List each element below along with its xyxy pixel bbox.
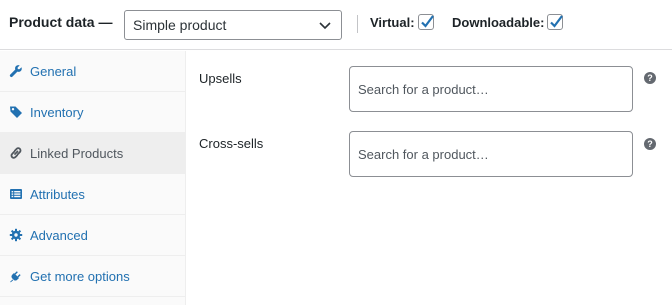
product-data-title: Product data —: [9, 14, 113, 30]
tag-icon: [9, 105, 23, 119]
tab-general-label: General: [30, 63, 77, 79]
virtual-option[interactable]: Virtual:: [370, 14, 434, 30]
tab-get-more-options[interactable]: Get more options: [0, 256, 185, 297]
header-divider: [357, 15, 358, 33]
tab-attributes[interactable]: Attributes: [0, 174, 185, 215]
upsells-search-input[interactable]: Search for a product…: [349, 66, 633, 112]
product-data-tabs: General Inventory Linked Products Attrib…: [0, 51, 186, 305]
chevron-down-icon: [318, 18, 332, 32]
cross-sells-help-icon[interactable]: ?: [644, 138, 656, 150]
virtual-label: Virtual:: [370, 14, 415, 30]
downloadable-checkbox[interactable]: [547, 14, 564, 30]
cross-sells-placeholder: Search for a product…: [358, 146, 489, 162]
upsells-help-icon[interactable]: ?: [644, 72, 656, 84]
virtual-checkbox[interactable]: [417, 14, 434, 30]
list-icon: [9, 187, 23, 201]
tab-inventory-label: Inventory: [30, 104, 84, 120]
product-data-header: Product data — Simple product Virtual: D…: [0, 0, 672, 50]
tab-advanced[interactable]: Advanced: [0, 215, 185, 256]
tab-attributes-label: Attributes: [30, 186, 85, 202]
link-icon: [9, 146, 23, 160]
downloadable-label: Downloadable:: [452, 14, 545, 30]
upsells-label: Upsells: [199, 71, 242, 86]
downloadable-option[interactable]: Downloadable:: [452, 14, 564, 30]
tab-general[interactable]: General: [0, 51, 185, 92]
product-type-value: Simple product: [133, 17, 227, 33]
gear-icon: [9, 228, 23, 242]
cross-sells-label: Cross-sells: [199, 136, 264, 151]
tab-linked-products[interactable]: Linked Products: [0, 133, 185, 174]
cross-sells-search-input[interactable]: Search for a product…: [349, 131, 633, 177]
tab-get-more-options-label: Get more options: [30, 268, 130, 284]
tab-linked-products-label: Linked Products: [30, 145, 124, 161]
tab-inventory[interactable]: Inventory: [0, 92, 185, 133]
wrench-icon: [9, 64, 23, 78]
upsells-placeholder: Search for a product…: [358, 81, 489, 97]
tab-advanced-label: Advanced: [30, 227, 88, 243]
plug-icon: [9, 269, 23, 283]
product-type-select[interactable]: Simple product: [124, 10, 342, 40]
